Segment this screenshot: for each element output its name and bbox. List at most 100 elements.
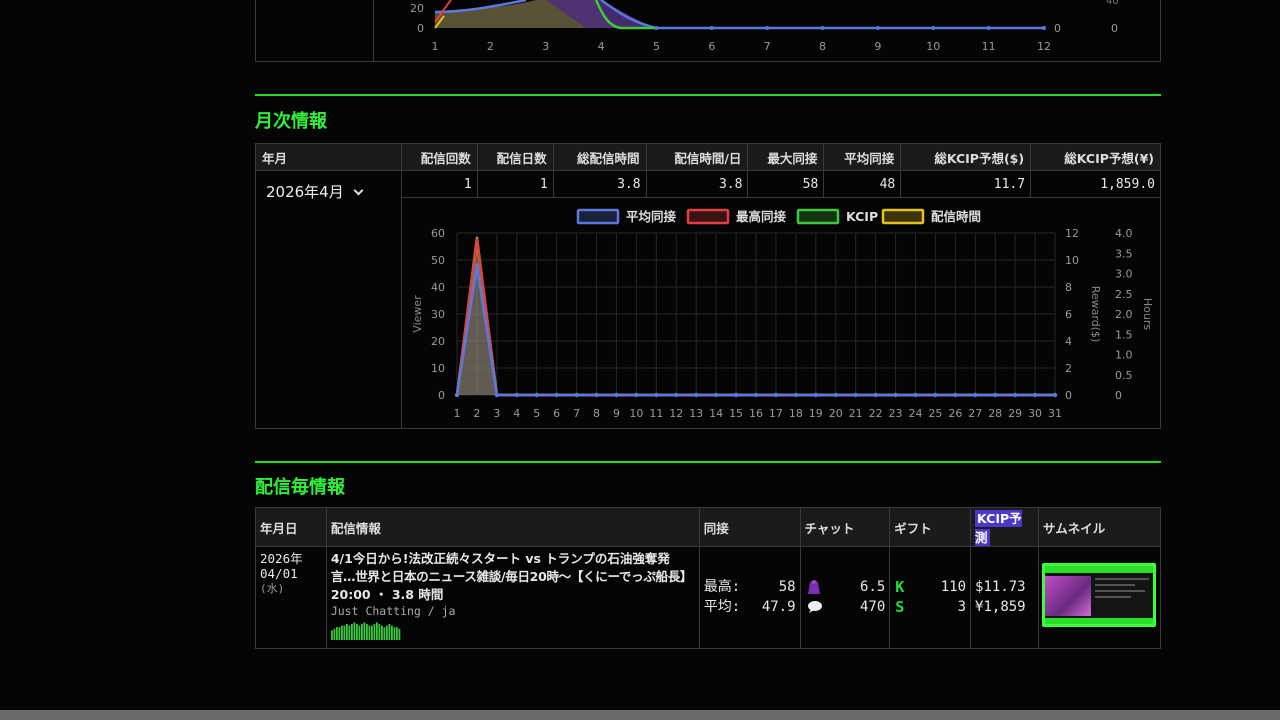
stream-table: 年月日 配信情報 同接 チャット ギフト KCIP予測 サムネイル 2026年 … xyxy=(255,507,1162,649)
x-tick: 16 xyxy=(749,407,763,420)
x-tick: 5 xyxy=(533,407,540,420)
max-value: 58 xyxy=(778,579,796,595)
yearly-point xyxy=(820,26,825,30)
col-header-gift: ギフト xyxy=(889,507,972,547)
y-right2-tick: 1.5 xyxy=(1115,328,1133,341)
x-tick: 17 xyxy=(769,407,783,420)
activity-bar xyxy=(338,627,341,640)
horizontal-scrollbar[interactable] xyxy=(0,710,1280,720)
value-max-viewers: 58 xyxy=(747,170,825,198)
thumbnail-top-bar xyxy=(1044,566,1153,573)
y-left-tick: 30 xyxy=(431,308,445,321)
activity-bar xyxy=(383,627,386,640)
series-point xyxy=(893,392,898,398)
col-header-thumbnail: サムネイル xyxy=(1037,507,1162,547)
yearly-y-tick: 20 xyxy=(410,2,424,15)
y-right2-tick: 1.0 xyxy=(1115,349,1133,362)
table-row[interactable]: 2026年 04/01 (水) 4/1今日から!法改正続々スタート vs トラン… xyxy=(255,546,1162,649)
yearly-x-tick: 9 xyxy=(874,40,881,53)
activity-bar xyxy=(370,625,373,640)
col-header-date: 年月日 xyxy=(255,507,327,547)
x-tick: 19 xyxy=(809,407,823,420)
series-point xyxy=(753,392,759,398)
x-tick: 12 xyxy=(669,407,683,420)
series-point xyxy=(1032,392,1038,398)
x-tick: 31 xyxy=(1048,407,1062,420)
yearly-point xyxy=(931,26,936,30)
col-header-stream-info: 配信情報 xyxy=(325,507,700,547)
activity-bar xyxy=(343,625,346,640)
activity-bar xyxy=(398,628,401,640)
y-right-tick: 0 xyxy=(1065,389,1072,402)
y-right-label: Reward($) xyxy=(1089,286,1102,343)
y-left-tick: 60 xyxy=(431,227,445,240)
stream-info-cell: 4/1今日から!法改正続々スタート vs トランプの石油強奪発 言…世界と日本の… xyxy=(325,546,700,649)
x-tick: 25 xyxy=(928,407,942,420)
series-point xyxy=(952,392,958,398)
y-right-tick: 6 xyxy=(1065,308,1072,321)
col-header-kcip-usd: 総KCIP予想($) xyxy=(900,143,1032,171)
y-left-tick: 10 xyxy=(431,362,445,375)
legend-swatch xyxy=(881,208,925,225)
col-header-max-viewers: 最大同接 xyxy=(747,143,825,171)
activity-bar xyxy=(368,625,371,640)
col-header-viewers: 同接 xyxy=(698,507,801,547)
yearly-point xyxy=(875,26,880,30)
series-point xyxy=(773,392,778,398)
date-month-day: 04/01 xyxy=(260,566,298,581)
max-label: 最高: xyxy=(703,579,741,595)
series-point xyxy=(713,392,719,398)
kcip-jpy: ¥1,859 xyxy=(975,599,1026,615)
month-select[interactable]: 2026年4月 xyxy=(256,171,401,202)
viewers-cell: 最高: 58 平均: 47.9 xyxy=(698,546,801,649)
activity-bar xyxy=(363,622,366,640)
y-right2-tick: 3.5 xyxy=(1115,247,1133,260)
x-tick: 3 xyxy=(493,407,500,420)
yearly-x-tick: 7 xyxy=(764,40,771,53)
kick-gift-count: 110 xyxy=(940,579,967,595)
purple-bag-icon xyxy=(807,580,820,594)
y-right-tick: 4 xyxy=(1065,335,1072,348)
date-cell: 2026年 04/01 (水) xyxy=(255,546,327,649)
legend-swatch xyxy=(686,208,730,225)
x-tick: 11 xyxy=(649,407,663,420)
thumbnail-camera xyxy=(1044,576,1091,616)
series-point xyxy=(494,392,499,398)
activity-bar xyxy=(365,624,368,640)
kcip-forecast-label: KCIP予測 xyxy=(975,510,1022,546)
y-right2-tick: 0.5 xyxy=(1115,369,1133,382)
yearly-x-tick: 4 xyxy=(598,40,605,53)
series-point xyxy=(634,392,639,398)
series-point xyxy=(554,392,559,398)
date-weekday: (水) xyxy=(260,582,285,595)
series-point xyxy=(1052,392,1058,398)
activity-bar xyxy=(345,624,348,640)
series-point xyxy=(574,392,579,398)
y-right-tick: 12 xyxy=(1065,227,1079,240)
speech-bubble-icon xyxy=(807,601,822,613)
stream-thumbnail[interactable] xyxy=(1041,563,1156,627)
activity-bar xyxy=(390,625,393,640)
activity-bar xyxy=(395,627,398,640)
x-tick: 24 xyxy=(908,407,922,420)
kcip-usd: $11.73 xyxy=(975,579,1026,595)
x-tick: 26 xyxy=(948,407,962,420)
x-tick: 23 xyxy=(888,407,902,420)
value-stream-count: 1 xyxy=(400,170,478,198)
x-tick: 27 xyxy=(968,407,982,420)
y-left-tick: 20 xyxy=(431,335,445,348)
activity-bar xyxy=(360,624,363,640)
value-avg-viewers: 48 xyxy=(823,170,902,198)
legend-label: 平均同接 xyxy=(626,209,677,224)
yearly-point xyxy=(765,26,770,30)
yearly-right-tick: 0 xyxy=(1054,22,1061,35)
x-tick: 18 xyxy=(789,407,803,420)
x-tick: 4 xyxy=(513,407,520,420)
activity-bar xyxy=(358,625,361,640)
x-tick: 13 xyxy=(689,407,703,420)
stream-title-line1[interactable]: 4/1今日から!法改正続々スタート vs トランプの石油強奪発 xyxy=(331,550,695,568)
value-kcip-usd: 11.7 xyxy=(900,170,1032,198)
stream-title-line2[interactable]: 言…世界と日本のニュース雑談/毎日20時〜【くにーでっぷ船長】 xyxy=(331,568,695,586)
series-point xyxy=(534,392,539,398)
col-header-kcip-jpy: 総KCIP予想(¥) xyxy=(1030,143,1161,171)
